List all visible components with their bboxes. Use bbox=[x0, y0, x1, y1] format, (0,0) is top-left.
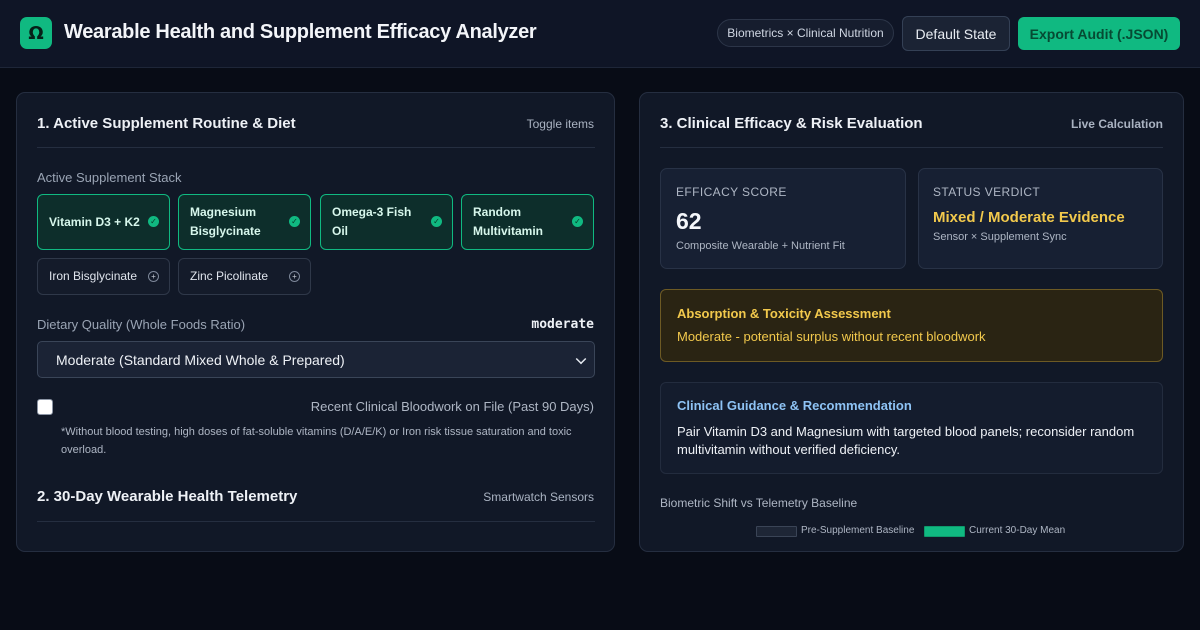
omega-logo-icon: Ω bbox=[20, 17, 52, 49]
stack-label: Active Supplement Stack bbox=[37, 170, 182, 185]
check-icon: ✓ bbox=[289, 216, 300, 227]
efficacy-score-card: Efficacy Score 62 Composite Wearable + N… bbox=[660, 168, 906, 269]
guidance-title: Clinical Guidance & Recommendation bbox=[677, 398, 912, 413]
chip-label: Zinc Picolinate bbox=[190, 269, 269, 283]
divider bbox=[37, 147, 595, 148]
evaluation-title: 3. Clinical Efficacy & Risk Evaluation bbox=[660, 115, 923, 132]
telemetry-meta: Smartwatch Sensors bbox=[483, 490, 594, 504]
chip-label: Omega-3 Fish Oil bbox=[332, 205, 412, 238]
efficacy-value: 62 bbox=[676, 208, 702, 234]
legend-swatch-current bbox=[924, 526, 965, 537]
live-calculation-label: Live Calculation bbox=[1070, 117, 1163, 131]
bloodwork-label: Recent Clinical Bloodwork on File (Past … bbox=[310, 399, 594, 414]
diet-label: Dietary Quality (Whole Foods Ratio) bbox=[37, 317, 246, 332]
default-state-button[interactable]: Default State bbox=[902, 16, 1010, 51]
app-title: Wearable Health and Supplement Efficacy … bbox=[64, 21, 537, 43]
supplement-chip-magnesium[interactable]: Magnesium Bisglycinate ✓ bbox=[178, 194, 311, 250]
diet-select[interactable]: Moderate (Standard Mixed Whole & Prepare… bbox=[37, 341, 595, 378]
supplement-chip-omega-3[interactable]: Omega-3 Fish Oil ✓ bbox=[320, 194, 453, 250]
evaluation-panel: 3. Clinical Efficacy & Risk Evaluation L… bbox=[639, 92, 1184, 552]
verdict-label: Status Verdict bbox=[933, 185, 1041, 199]
guidance-text: Pair Vitamin D3 and Magnesium with targe… bbox=[677, 424, 1135, 457]
chart-title: Biometric Shift vs Telemetry Baseline bbox=[660, 496, 858, 510]
chip-label: Iron Bisglycinate bbox=[49, 269, 138, 283]
status-verdict-card: Status Verdict Mixed / Moderate Evidence… bbox=[918, 168, 1163, 269]
divider bbox=[660, 147, 1163, 148]
telemetry-title: 2. 30-Day Wearable Health Telemetry bbox=[37, 488, 298, 505]
chip-label: Random Multivitamin bbox=[473, 205, 544, 238]
assessment-text: Moderate - potential surplus without rec… bbox=[677, 329, 986, 344]
check-icon: ✓ bbox=[572, 216, 583, 227]
chip-label: Magnesium Bisglycinate bbox=[190, 205, 261, 238]
efficacy-label: Efficacy Score bbox=[676, 185, 787, 199]
bloodwork-checkbox[interactable] bbox=[37, 399, 53, 415]
legend-label-current: Current 30-Day Mean bbox=[969, 525, 1066, 536]
clinical-guidance-card: Clinical Guidance & Recommendation Pair … bbox=[660, 382, 1163, 474]
legend-label-baseline: Pre-Supplement Baseline bbox=[801, 525, 915, 536]
plus-icon: + bbox=[289, 271, 300, 282]
supplement-chip-vitamin-d3-k2[interactable]: Vitamin D3 + K2 ✓ bbox=[37, 194, 170, 250]
verdict-sub: Sensor × Supplement Sync bbox=[933, 231, 1067, 243]
diet-select-value: Moderate (Standard Mixed Whole & Prepare… bbox=[56, 351, 345, 368]
supplement-chip-zinc[interactable]: Zinc Picolinate + bbox=[178, 258, 311, 295]
chip-label: Vitamin D3 + K2 bbox=[49, 215, 140, 229]
supplement-chip-iron[interactable]: Iron Bisglycinate + bbox=[37, 258, 170, 295]
diet-value: moderate bbox=[531, 317, 594, 332]
efficacy-sub: Composite Wearable + Nutrient Fit bbox=[676, 240, 845, 252]
verdict-value: Mixed / Moderate Evidence bbox=[933, 209, 1125, 226]
routine-title: 1. Active Supplement Routine & Diet bbox=[37, 115, 296, 132]
plus-icon: + bbox=[148, 271, 159, 282]
bloodwork-note: *Without blood testing, high doses of fa… bbox=[61, 426, 572, 456]
divider bbox=[37, 521, 595, 522]
domain-tag: Biometrics × Clinical Nutrition bbox=[717, 19, 894, 47]
toggle-items-hint: Toggle items bbox=[526, 117, 594, 131]
export-audit-button[interactable]: Export Audit (.JSON) bbox=[1018, 17, 1180, 50]
routine-panel: 1. Active Supplement Routine & Diet Togg… bbox=[16, 92, 615, 552]
check-icon: ✓ bbox=[431, 216, 442, 227]
legend-swatch-baseline bbox=[756, 526, 797, 537]
supplement-chip-multivitamin[interactable]: Random Multivitamin ✓ bbox=[461, 194, 594, 250]
app-header: Ω Wearable Health and Supplement Efficac… bbox=[0, 0, 1200, 68]
assessment-title: Absorption & Toxicity Assessment bbox=[677, 306, 891, 321]
chevron-down-icon bbox=[575, 353, 587, 365]
toxicity-assessment-card: Absorption & Toxicity Assessment Moderat… bbox=[660, 289, 1163, 362]
check-icon: ✓ bbox=[148, 216, 159, 227]
